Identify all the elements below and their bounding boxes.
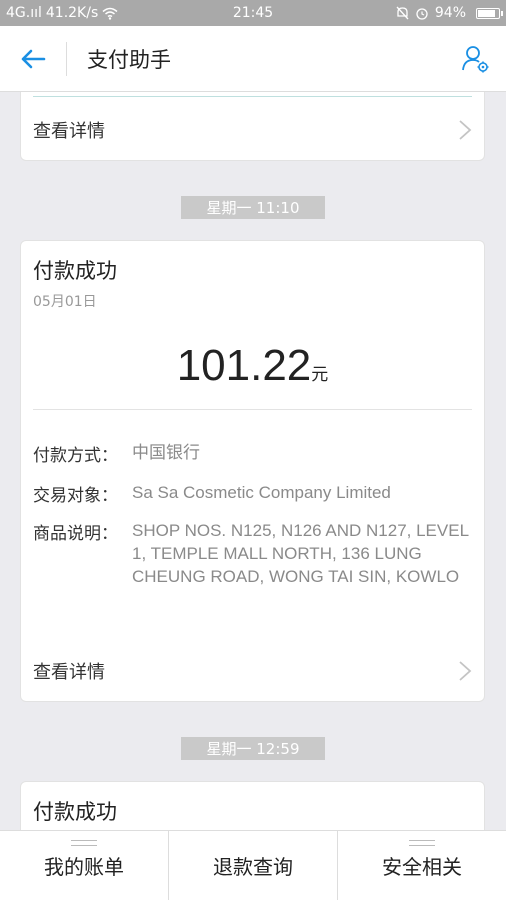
- card-title: 付款成功: [33, 259, 117, 283]
- view-details-label: 查看详情: [33, 662, 105, 683]
- payment-card: 付款成功 05月01日 101.22元 付款方式： 中国银行 交易对象： Sa …: [20, 240, 485, 702]
- view-details-label: 查看详情: [33, 121, 105, 142]
- payment-method-value: 中国银行: [132, 443, 200, 462]
- bottom-nav: 我的账单 退款查询 安全相关: [0, 830, 506, 900]
- network-speed: 41.2K/s: [45, 5, 99, 21]
- date-divider: 星期一 12:59: [181, 737, 325, 760]
- nav-label: 安全相关: [382, 855, 462, 879]
- menu-grip-icon: [409, 840, 435, 846]
- card-accent-line: [33, 96, 472, 97]
- nav-label: 退款查询: [213, 855, 293, 879]
- status-bar: 4G.ııl 41.2K/s 21:45 94%: [0, 0, 506, 26]
- alarm-icon: [416, 8, 428, 20]
- description-row: 商品说明： SHOP NOS. N125, N126 AND N127, LEV…: [33, 519, 472, 588]
- payment-assistant-screen: 4G.ııl 41.2K/s 21:45 94% 支付助手 查看详情 星期一 1…: [0, 0, 506, 900]
- view-details-row-previous[interactable]: 查看详情: [33, 110, 472, 150]
- chevron-right-icon: [459, 120, 472, 140]
- payment-method-row: 付款方式： 中国银行: [33, 441, 472, 466]
- card-title: 付款成功: [33, 800, 117, 824]
- counterparty-key: 交易对象：: [33, 486, 118, 506]
- payment-method-key: 付款方式：: [33, 446, 118, 466]
- chevron-right-icon: [459, 661, 472, 681]
- user-settings-button[interactable]: [446, 26, 506, 92]
- amount-value: 101.22: [176, 341, 312, 390]
- amount-currency: 元: [311, 365, 329, 385]
- payment-amount: 101.22元: [21, 341, 484, 391]
- counterparty-value: Sa Sa Cosmetic Company Limited: [132, 483, 391, 502]
- description-key: 商品说明：: [33, 524, 118, 544]
- counterparty-row: 交易对象： Sa Sa Cosmetic Company Limited: [33, 481, 472, 506]
- message-list[interactable]: 查看详情 星期一 11:10 付款成功 05月01日 101.22元 付款方式：…: [0, 92, 506, 830]
- header-divider: [66, 41, 67, 76]
- signal-indicator: 4G.ııl: [6, 5, 42, 21]
- status-time: 21:45: [232, 5, 274, 21]
- view-details-row[interactable]: 查看详情: [33, 651, 472, 691]
- battery-icon: [476, 7, 504, 19]
- back-arrow-icon: [21, 49, 46, 68]
- payment-card-next: 付款成功: [20, 781, 485, 830]
- user-settings-icon: [462, 45, 489, 72]
- nav-security[interactable]: 安全相关: [337, 831, 506, 900]
- description-value: SHOP NOS. N125, N126 AND N127, LEVEL 1, …: [132, 521, 469, 586]
- nav-label: 我的账单: [44, 855, 124, 879]
- nav-my-bills[interactable]: 我的账单: [0, 831, 168, 900]
- battery-percent: 94%: [434, 5, 467, 21]
- message-card-previous: 查看详情: [20, 92, 485, 161]
- card-date: 05月01日: [33, 294, 97, 310]
- menu-grip-icon: [71, 840, 97, 846]
- bell-muted-icon: [396, 6, 409, 20]
- back-button[interactable]: [0, 26, 66, 92]
- wifi-icon: [102, 7, 118, 20]
- date-divider: 星期一 11:10: [181, 196, 325, 219]
- nav-refund-query[interactable]: 退款查询: [168, 831, 337, 900]
- app-header: 支付助手: [0, 26, 506, 92]
- card-divider: [33, 409, 472, 410]
- page-title: 支付助手: [87, 47, 171, 72]
